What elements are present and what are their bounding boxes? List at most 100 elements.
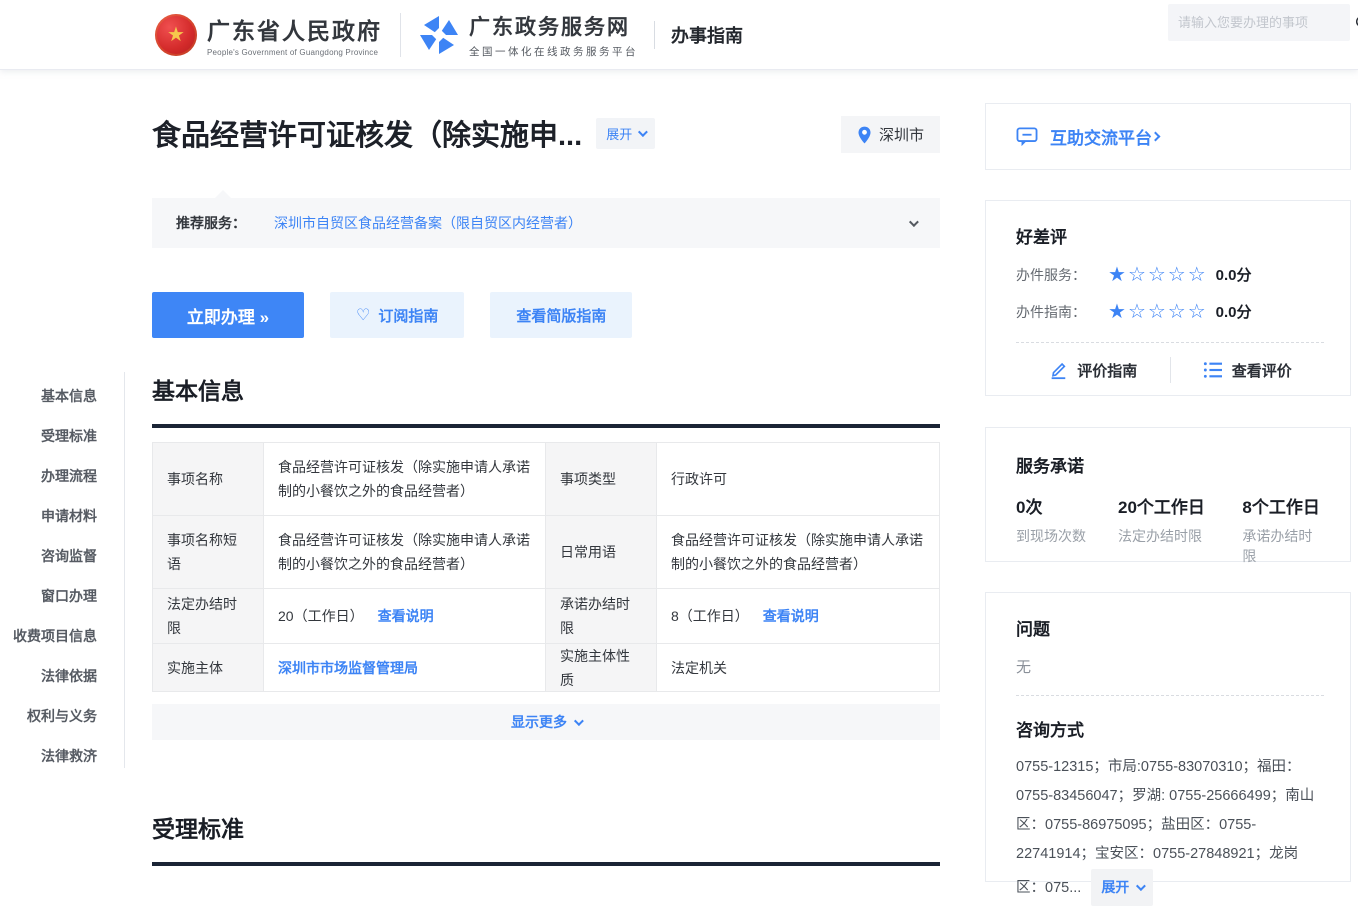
gov-logo-block[interactable]: 广东省人民政府 People's Government of Guangdong… (207, 12, 382, 57)
question-title: 问题 (1016, 615, 1324, 640)
portal-subtitle: 全国一体化在线政务服务平台 (469, 44, 638, 59)
promise-value: 20个工作日 (1118, 493, 1242, 518)
list-icon (1203, 361, 1223, 379)
row-label: 承诺办结时限 (546, 589, 656, 643)
show-more-label: 显示更多 (511, 712, 567, 732)
service-promise-title: 服务承诺 (1016, 452, 1324, 477)
mutual-platform-label: 互助交流平台 (1050, 124, 1152, 149)
see-note-link[interactable]: 查看说明 (378, 604, 434, 628)
promise-item: 8个工作日 承诺办结时限 (1242, 493, 1324, 566)
subscribe-label: 订阅指南 (378, 305, 438, 326)
dashed-divider (1016, 342, 1324, 343)
sidebar-item-consult[interactable]: 咨询监督 (0, 540, 124, 580)
national-emblem-logo: ★ (155, 14, 197, 56)
subscribe-guide-button[interactable]: ♡ 订阅指南 (330, 292, 464, 338)
simple-guide-label: 查看简版指南 (516, 305, 606, 326)
portal-title: 广东政务服务网 (469, 11, 638, 41)
consult-expand-label: 展开 (1101, 873, 1129, 902)
chevron-right-icon (1151, 132, 1161, 142)
consult-expand-button[interactable]: 展开 (1091, 869, 1153, 906)
sidebar-item-process[interactable]: 办理流程 (0, 460, 124, 500)
header-divider (654, 21, 655, 49)
page: ★ 广东省人民政府 People's Government of Guangdo… (0, 0, 1358, 853)
portal-logo-block[interactable]: 广东政务服务网 全国一体化在线政务服务平台 (469, 11, 638, 59)
view-ratings-link[interactable]: 查看评价 (1171, 357, 1325, 383)
search-box (1168, 4, 1350, 41)
sidebar-item-rights[interactable]: 权利与义务 (0, 700, 124, 740)
row-value: 食品经营许可证核发（除实施申请人承诺制的小餐饮之外的食品经营者） (263, 516, 546, 588)
row-label: 事项名称短语 (153, 516, 263, 588)
basic-info-table: 事项名称 食品经营许可证核发（除实施申请人承诺制的小餐饮之外的食品经营者） 事项… (152, 442, 940, 692)
expand-label: 展开 (606, 124, 632, 143)
header: ★ 广东省人民政府 People's Government of Guangdo… (0, 0, 1358, 70)
main-content: 基本信息 事项名称 食品经营许可证核发（除实施申请人承诺制的小餐饮之外的食品经营… (152, 372, 940, 866)
service-guide-title: 办事指南 (671, 22, 743, 48)
search-icon[interactable] (1354, 14, 1358, 32)
row-label: 实施主体性质 (546, 644, 656, 691)
pencil-icon (1048, 360, 1068, 380)
question-content: 无 (1016, 656, 1324, 677)
promise-value: 8个工作日 (1242, 493, 1324, 518)
recommend-label: 推荐服务： (176, 213, 246, 233)
promise-value: 0次 (1016, 493, 1118, 518)
row-label: 实施主体 (153, 644, 263, 691)
star-rating-icons[interactable]: ★☆☆☆☆ (1108, 302, 1208, 322)
question-consult-card: 问题 无 咨询方式 0755-12315；市局:0755-83070310；福田… (985, 592, 1351, 882)
rating-row-service: 办件服务： ★☆☆☆☆ 0.0分 (1016, 264, 1324, 285)
table-row: 事项名称 食品经营许可证核发（除实施申请人承诺制的小餐饮之外的食品经营者） 事项… (153, 443, 939, 516)
consult-phone-numbers: 0755-12315；市局:0755-83070310；福田：0755-8345… (1016, 753, 1324, 906)
statutory-days: 20（工作日） (278, 604, 364, 628)
city-selector[interactable]: 深圳市 (841, 116, 940, 153)
rating-score: 0.0分 (1216, 264, 1252, 285)
title-expand-button[interactable]: 展开 (596, 118, 655, 149)
chevron-down-icon[interactable] (909, 217, 919, 227)
implementing-agency-link[interactable]: 深圳市市场监督管理局 (278, 656, 418, 680)
chevron-down-icon (1136, 881, 1146, 891)
promise-label: 到现场次数 (1016, 526, 1118, 546)
rating-guide-link[interactable]: 评价指南 (1016, 357, 1170, 383)
show-more-button[interactable]: 显示更多 (152, 704, 940, 740)
search-input[interactable] (1178, 15, 1354, 30)
mutual-platform-card[interactable]: 互助交流平台 (985, 103, 1351, 170)
sidebar-item-materials[interactable]: 申请材料 (0, 500, 124, 540)
sidebar-item-legal-remedy[interactable]: 法律救济 (0, 740, 124, 780)
action-buttons: 立即办理 » ♡ 订阅指南 查看简版指南 (152, 292, 632, 338)
table-row: 实施主体 深圳市市场监督管理局 实施主体性质 法定机关 (153, 644, 939, 692)
rating-score: 0.0分 (1216, 301, 1252, 322)
row-value: 食品经营许可证核发（除实施申请人承诺制的小餐饮之外的食品经营者） (656, 516, 939, 588)
sidebar-item-fees[interactable]: 收费项目信息 (0, 620, 124, 660)
rating-guide-label: 评价指南 (1077, 360, 1137, 381)
chevron-down-icon (574, 716, 584, 726)
location-pin-icon (857, 126, 872, 144)
page-title: 食品经营许可证核发（除实施申... (152, 112, 582, 154)
side-nav: 基本信息 受理标准 办理流程 申请材料 咨询监督 窗口办理 收费项目信息 法律依… (0, 372, 125, 768)
title-row: 食品经营许可证核发（除实施申... 展开 深圳市 (152, 112, 940, 154)
recommend-link[interactable]: 深圳市自贸区食品经营备案（限自贸区内经营者） (274, 213, 582, 233)
row-value: 8（工作日） 查看说明 (656, 589, 939, 643)
star-rating-icons[interactable]: ★☆☆☆☆ (1108, 265, 1208, 285)
section-underline (152, 862, 940, 866)
sidebar-item-legal-basis[interactable]: 法律依据 (0, 660, 124, 700)
promise-label: 承诺办结时限 (1242, 526, 1324, 566)
row-label: 日常用语 (546, 516, 656, 588)
promised-days: 8（工作日） (671, 604, 749, 628)
row-label: 法定办结时限 (153, 589, 263, 643)
apply-now-button[interactable]: 立即办理 » (152, 292, 304, 338)
simple-guide-button[interactable]: 查看简版指南 (490, 292, 632, 338)
promise-label: 法定办结时限 (1118, 526, 1242, 546)
sidebar-item-basic-info[interactable]: 基本信息 (0, 380, 124, 420)
emblem-star-icon: ★ (167, 25, 185, 45)
promise-item: 20个工作日 法定办结时限 (1118, 493, 1242, 566)
see-note-link[interactable]: 查看说明 (763, 604, 819, 628)
row-label: 事项名称 (153, 443, 263, 515)
service-promise-row: 0次 到现场次数 20个工作日 法定办结时限 8个工作日 承诺办结时限 (1016, 493, 1324, 566)
header-divider (400, 13, 401, 57)
rating-title: 好差评 (1016, 223, 1324, 248)
city-label: 深圳市 (879, 124, 924, 145)
sidebar-item-window[interactable]: 窗口办理 (0, 580, 124, 620)
sidebar-item-accept-standard[interactable]: 受理标准 (0, 420, 124, 460)
header-logos: ★ 广东省人民政府 People's Government of Guangdo… (155, 11, 743, 59)
rating-card: 好差评 办件服务： ★☆☆☆☆ 0.0分 办件指南： ★☆☆☆☆ 0.0分 评价… (985, 200, 1351, 396)
service-promise-card: 服务承诺 0次 到现场次数 20个工作日 法定办结时限 8个工作日 承诺办结时限 (985, 427, 1351, 562)
table-row: 事项名称短语 食品经营许可证核发（除实施申请人承诺制的小餐饮之外的食品经营者） … (153, 516, 939, 589)
